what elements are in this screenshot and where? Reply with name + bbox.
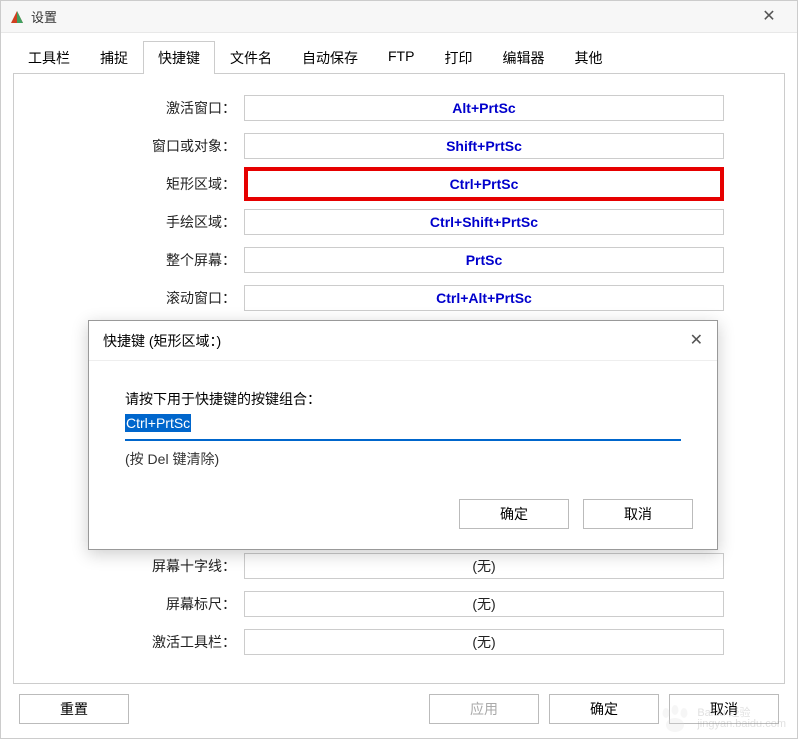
shortcut-value[interactable]: Alt+PrtSc: [244, 95, 724, 121]
shortcut-label: 手绘区域：: [44, 212, 244, 232]
shortcut-value[interactable]: (无): [244, 591, 724, 617]
shortcut-input[interactable]: Ctrl+PrtSc: [125, 415, 681, 441]
shortcut-label: 屏幕标尺：: [44, 594, 244, 614]
shortcut-value[interactable]: (无): [244, 553, 724, 579]
cancel-button[interactable]: 取消: [669, 694, 779, 724]
tab-8[interactable]: 其他: [559, 41, 617, 74]
tab-3[interactable]: 文件名: [215, 41, 287, 74]
shortcut-row: 整个屏幕：PrtSc: [44, 246, 754, 274]
window-title: 设置: [31, 7, 749, 26]
tab-5[interactable]: FTP: [373, 41, 429, 74]
app-icon: [9, 9, 25, 25]
shortcut-input-value: Ctrl+PrtSc: [125, 414, 191, 432]
shortcut-dialog: 快捷键 (矩形区域：) ✕ 请按下用于快捷键的按键组合： Ctrl+PrtSc …: [88, 320, 718, 550]
shortcut-value[interactable]: Shift+PrtSc: [244, 133, 724, 159]
ok-button[interactable]: 确定: [549, 694, 659, 724]
shortcut-label: 激活工具栏：: [44, 632, 244, 652]
shortcut-row: 滚动窗口：Ctrl+Alt+PrtSc: [44, 284, 754, 312]
reset-button[interactable]: 重置: [19, 694, 129, 724]
shortcut-row: 矩形区域：Ctrl+PrtSc: [44, 170, 754, 198]
dialog-ok-button[interactable]: 确定: [459, 499, 569, 529]
tab-6[interactable]: 打印: [429, 41, 487, 74]
dialog-close-button[interactable]: ✕: [690, 332, 703, 349]
tab-0[interactable]: 工具栏: [13, 41, 85, 74]
shortcut-value[interactable]: Ctrl+Alt+PrtSc: [244, 285, 724, 311]
dialog-hint: (按 Del 键清除): [125, 449, 681, 469]
tab-2[interactable]: 快捷键: [143, 41, 215, 74]
close-icon: ✕: [762, 9, 775, 25]
tab-1[interactable]: 捕捉: [85, 41, 143, 74]
shortcut-row: 激活窗口：Alt+PrtSc: [44, 94, 754, 122]
shortcut-value[interactable]: PrtSc: [244, 247, 724, 273]
apply-button[interactable]: 应用: [429, 694, 539, 724]
dialog-cancel-button[interactable]: 取消: [583, 499, 693, 529]
tabs-border: [13, 73, 785, 74]
bottom-bar: 重置 应用 确定 取消: [1, 684, 797, 738]
shortcut-label: 整个屏幕：: [44, 250, 244, 270]
shortcut-row: 屏幕标尺：(无): [44, 590, 754, 618]
dialog-titlebar: 快捷键 (矩形区域：) ✕: [89, 321, 717, 361]
shortcut-value[interactable]: Ctrl+PrtSc: [244, 167, 724, 201]
shortcut-row: 屏幕十字线：(无): [44, 552, 754, 580]
dialog-prompt: 请按下用于快捷键的按键组合：: [125, 389, 681, 409]
shortcut-value[interactable]: Ctrl+Shift+PrtSc: [244, 209, 724, 235]
shortcut-label: 滚动窗口：: [44, 288, 244, 308]
shortcut-row: 激活工具栏：(无): [44, 628, 754, 656]
dialog-title: 快捷键 (矩形区域：): [103, 331, 690, 351]
shortcut-label: 屏幕十字线：: [44, 556, 244, 576]
shortcut-value[interactable]: (无): [244, 629, 724, 655]
close-icon: ✕: [690, 332, 703, 349]
titlebar: 设置 ✕: [1, 1, 797, 33]
tab-7[interactable]: 编辑器: [487, 41, 559, 74]
window-close-button[interactable]: ✕: [749, 3, 789, 31]
shortcut-row: 手绘区域：Ctrl+Shift+PrtSc: [44, 208, 754, 236]
shortcut-label: 窗口或对象：: [44, 136, 244, 156]
shortcut-label: 矩形区域：: [44, 174, 244, 194]
shortcut-row: 窗口或对象：Shift+PrtSc: [44, 132, 754, 160]
tab-4[interactable]: 自动保存: [287, 41, 373, 74]
shortcut-label: 激活窗口：: [44, 98, 244, 118]
tabs: 工具栏捕捉快捷键文件名自动保存FTP打印编辑器其他: [1, 33, 797, 74]
